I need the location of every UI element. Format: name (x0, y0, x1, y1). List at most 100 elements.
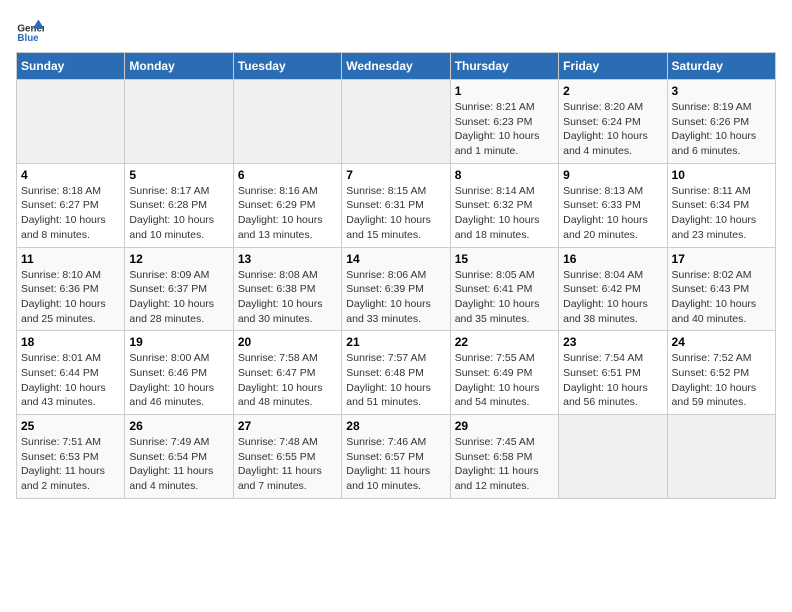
day-number: 29 (455, 419, 554, 433)
day-number: 7 (346, 168, 445, 182)
day-info: Sunrise: 8:01 AM Sunset: 6:44 PM Dayligh… (21, 351, 120, 410)
day-number: 28 (346, 419, 445, 433)
day-info: Sunrise: 7:49 AM Sunset: 6:54 PM Dayligh… (129, 435, 228, 494)
day-info: Sunrise: 7:58 AM Sunset: 6:47 PM Dayligh… (238, 351, 337, 410)
svg-text:Blue: Blue (17, 33, 39, 44)
column-header-wednesday: Wednesday (342, 53, 450, 80)
day-number: 6 (238, 168, 337, 182)
page-header: General Blue (16, 16, 776, 44)
day-number: 10 (672, 168, 771, 182)
day-number: 14 (346, 252, 445, 266)
day-number: 16 (563, 252, 662, 266)
day-number: 11 (21, 252, 120, 266)
day-info: Sunrise: 8:11 AM Sunset: 6:34 PM Dayligh… (672, 184, 771, 243)
day-number: 5 (129, 168, 228, 182)
column-header-saturday: Saturday (667, 53, 775, 80)
calendar-cell: 26 Sunrise: 7:49 AM Sunset: 6:54 PM Dayli… (125, 415, 233, 499)
logo-icon: General Blue (16, 16, 44, 44)
day-info: Sunrise: 7:52 AM Sunset: 6:52 PM Dayligh… (672, 351, 771, 410)
calendar-cell: 29 Sunrise: 7:45 AM Sunset: 6:58 PM Dayli… (450, 415, 558, 499)
calendar-cell (17, 80, 125, 164)
calendar-cell: 23 Sunrise: 7:54 AM Sunset: 6:51 PM Dayli… (559, 331, 667, 415)
calendar-cell: 11Sunrise: 8:10 AM Sunset: 6:36 PM Dayli… (17, 247, 125, 331)
calendar-cell: 14 Sunrise: 8:06 AM Sunset: 6:39 PM Dayli… (342, 247, 450, 331)
day-info: Sunrise: 8:13 AM Sunset: 6:33 PM Dayligh… (563, 184, 662, 243)
calendar-header-row: SundayMondayTuesdayWednesdayThursdayFrid… (17, 53, 776, 80)
calendar-cell: 21Sunrise: 7:57 AM Sunset: 6:48 PM Dayli… (342, 331, 450, 415)
column-header-monday: Monday (125, 53, 233, 80)
day-number: 23 (563, 335, 662, 349)
calendar-cell: 24 Sunrise: 7:52 AM Sunset: 6:52 PM Dayli… (667, 331, 775, 415)
column-header-thursday: Thursday (450, 53, 558, 80)
calendar-cell: 28 Sunrise: 7:46 AM Sunset: 6:57 PM Dayli… (342, 415, 450, 499)
day-info: Sunrise: 8:14 AM Sunset: 6:32 PM Dayligh… (455, 184, 554, 243)
day-number: 27 (238, 419, 337, 433)
day-info: Sunrise: 8:17 AM Sunset: 6:28 PM Dayligh… (129, 184, 228, 243)
day-number: 22 (455, 335, 554, 349)
day-number: 13 (238, 252, 337, 266)
calendar-cell: 27 Sunrise: 7:48 AM Sunset: 6:55 PM Dayli… (233, 415, 341, 499)
calendar-cell: 15 Sunrise: 8:05 AM Sunset: 6:41 PM Dayli… (450, 247, 558, 331)
day-number: 24 (672, 335, 771, 349)
column-header-sunday: Sunday (17, 53, 125, 80)
calendar-cell: 25Sunrise: 7:51 AM Sunset: 6:53 PM Dayli… (17, 415, 125, 499)
calendar-cell: 20Sunrise: 7:58 AM Sunset: 6:47 PM Dayli… (233, 331, 341, 415)
day-number: 4 (21, 168, 120, 182)
day-number: 26 (129, 419, 228, 433)
calendar-week-row: 1 Sunrise: 8:21 AM Sunset: 6:23 PM Daylig… (17, 80, 776, 164)
day-info: Sunrise: 7:57 AM Sunset: 6:48 PM Dayligh… (346, 351, 445, 410)
calendar-table: SundayMondayTuesdayWednesdayThursdayFrid… (16, 52, 776, 499)
calendar-cell: 17 Sunrise: 8:02 AM Sunset: 6:43 PM Dayli… (667, 247, 775, 331)
calendar-cell (667, 415, 775, 499)
day-number: 19 (129, 335, 228, 349)
day-info: Sunrise: 8:19 AM Sunset: 6:26 PM Dayligh… (672, 100, 771, 159)
column-header-friday: Friday (559, 53, 667, 80)
calendar-cell (125, 80, 233, 164)
calendar-cell: 2 Sunrise: 8:20 AM Sunset: 6:24 PM Daylig… (559, 80, 667, 164)
calendar-cell: 8 Sunrise: 8:14 AM Sunset: 6:32 PM Daylig… (450, 163, 558, 247)
day-number: 18 (21, 335, 120, 349)
day-number: 2 (563, 84, 662, 98)
calendar-cell: 5 Sunrise: 8:17 AM Sunset: 6:28 PM Daylig… (125, 163, 233, 247)
day-info: Sunrise: 8:18 AM Sunset: 6:27 PM Dayligh… (21, 184, 120, 243)
calendar-cell: 9Sunrise: 8:13 AM Sunset: 6:33 PM Daylig… (559, 163, 667, 247)
calendar-cell: 6 Sunrise: 8:16 AM Sunset: 6:29 PM Daylig… (233, 163, 341, 247)
calendar-cell: 1 Sunrise: 8:21 AM Sunset: 6:23 PM Daylig… (450, 80, 558, 164)
day-info: Sunrise: 8:20 AM Sunset: 6:24 PM Dayligh… (563, 100, 662, 159)
calendar-week-row: 25Sunrise: 7:51 AM Sunset: 6:53 PM Dayli… (17, 415, 776, 499)
calendar-week-row: 11Sunrise: 8:10 AM Sunset: 6:36 PM Dayli… (17, 247, 776, 331)
calendar-cell: 22 Sunrise: 7:55 AM Sunset: 6:49 PM Dayli… (450, 331, 558, 415)
day-info: Sunrise: 7:55 AM Sunset: 6:49 PM Dayligh… (455, 351, 554, 410)
calendar-cell: 4 Sunrise: 8:18 AM Sunset: 6:27 PM Daylig… (17, 163, 125, 247)
calendar-cell (233, 80, 341, 164)
day-info: Sunrise: 7:45 AM Sunset: 6:58 PM Dayligh… (455, 435, 554, 494)
calendar-cell (342, 80, 450, 164)
day-number: 8 (455, 168, 554, 182)
calendar-cell: 12Sunrise: 8:09 AM Sunset: 6:37 PM Dayli… (125, 247, 233, 331)
day-info: Sunrise: 8:05 AM Sunset: 6:41 PM Dayligh… (455, 268, 554, 327)
calendar-cell: 10 Sunrise: 8:11 AM Sunset: 6:34 PM Dayli… (667, 163, 775, 247)
day-info: Sunrise: 8:16 AM Sunset: 6:29 PM Dayligh… (238, 184, 337, 243)
day-info: Sunrise: 8:21 AM Sunset: 6:23 PM Dayligh… (455, 100, 554, 159)
day-number: 1 (455, 84, 554, 98)
day-number: 15 (455, 252, 554, 266)
calendar-cell: 16 Sunrise: 8:04 AM Sunset: 6:42 PM Dayli… (559, 247, 667, 331)
calendar-cell: 3 Sunrise: 8:19 AM Sunset: 6:26 PM Daylig… (667, 80, 775, 164)
calendar-week-row: 4 Sunrise: 8:18 AM Sunset: 6:27 PM Daylig… (17, 163, 776, 247)
calendar-cell (559, 415, 667, 499)
day-number: 3 (672, 84, 771, 98)
day-info: Sunrise: 7:48 AM Sunset: 6:55 PM Dayligh… (238, 435, 337, 494)
day-info: Sunrise: 7:54 AM Sunset: 6:51 PM Dayligh… (563, 351, 662, 410)
day-info: Sunrise: 8:15 AM Sunset: 6:31 PM Dayligh… (346, 184, 445, 243)
column-header-tuesday: Tuesday (233, 53, 341, 80)
day-info: Sunrise: 8:02 AM Sunset: 6:43 PM Dayligh… (672, 268, 771, 327)
day-number: 17 (672, 252, 771, 266)
day-info: Sunrise: 7:46 AM Sunset: 6:57 PM Dayligh… (346, 435, 445, 494)
day-info: Sunrise: 8:06 AM Sunset: 6:39 PM Dayligh… (346, 268, 445, 327)
calendar-cell: 7 Sunrise: 8:15 AM Sunset: 6:31 PM Daylig… (342, 163, 450, 247)
day-info: Sunrise: 8:00 AM Sunset: 6:46 PM Dayligh… (129, 351, 228, 410)
day-info: Sunrise: 8:04 AM Sunset: 6:42 PM Dayligh… (563, 268, 662, 327)
calendar-cell: 19 Sunrise: 8:00 AM Sunset: 6:46 PM Dayli… (125, 331, 233, 415)
calendar-cell: 18 Sunrise: 8:01 AM Sunset: 6:44 PM Dayli… (17, 331, 125, 415)
calendar-cell: 13Sunrise: 8:08 AM Sunset: 6:38 PM Dayli… (233, 247, 341, 331)
